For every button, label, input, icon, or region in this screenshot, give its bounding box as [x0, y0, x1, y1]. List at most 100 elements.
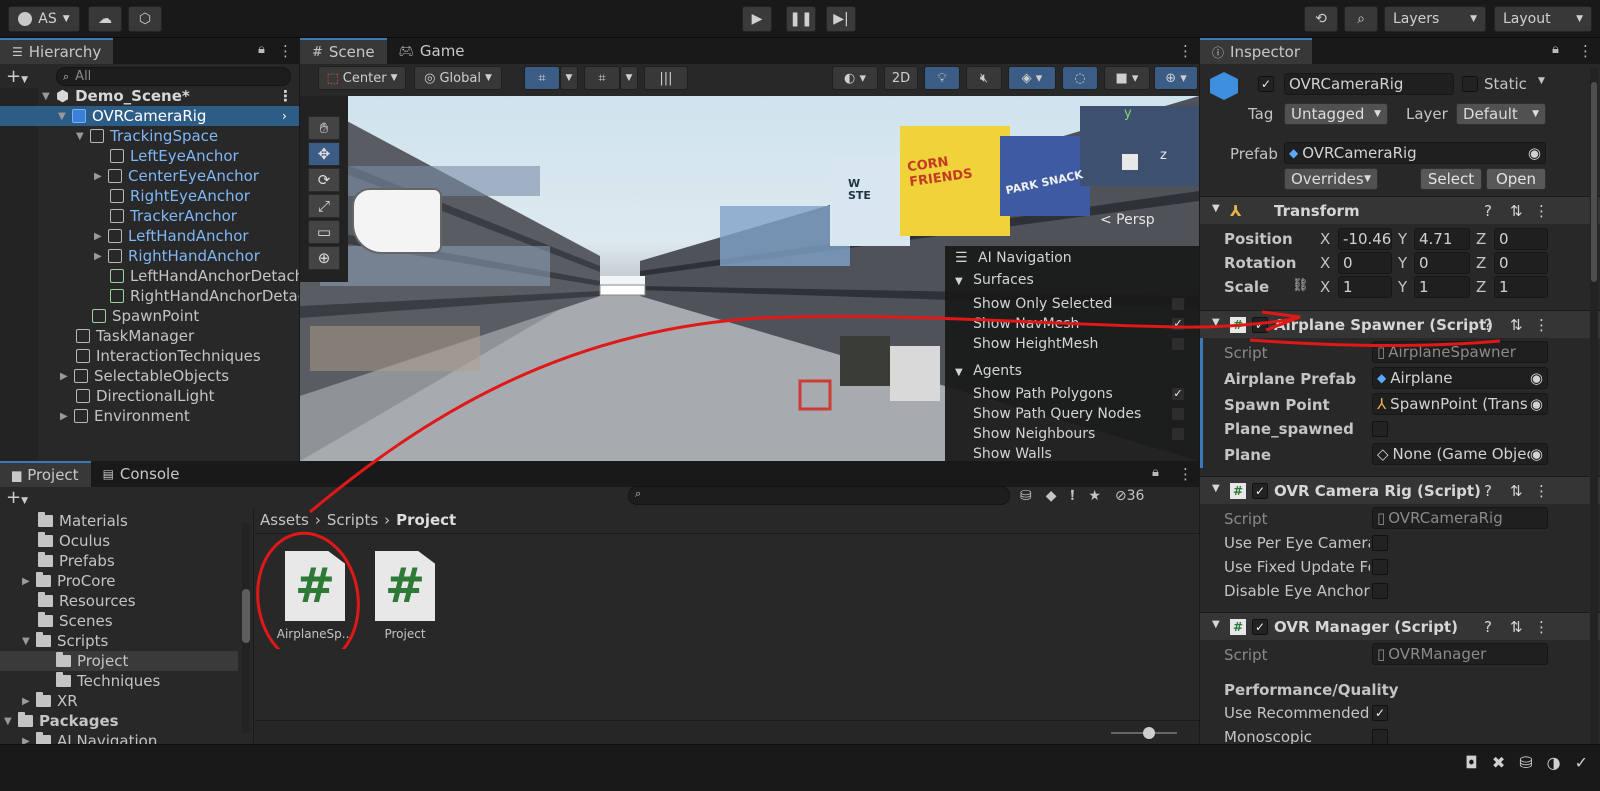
play-button[interactable]: ▶ [742, 6, 772, 32]
ovr-camera-rig-header[interactable]: ▼ # ✓ OVR Camera Rig (Script) ? ⇅ ⋮ [1200, 476, 1600, 504]
preset-icon[interactable]: ⇅ [1510, 618, 1523, 636]
transform-header[interactable]: ▼ ⅄ Transform ? ⇅ ⋮ [1200, 196, 1600, 224]
show-heightmesh-checkbox[interactable] [1171, 337, 1185, 351]
component-enabled-checkbox[interactable]: ✓ [1252, 483, 1268, 499]
monoscopic-checkbox[interactable] [1372, 729, 1388, 745]
account-dropdown[interactable]: AS ▼ [8, 6, 80, 32]
scale-tool[interactable]: ⤢ [308, 194, 340, 218]
perspective-label[interactable]: < Persp [1100, 212, 1174, 232]
hierarchy-item-spawnpoint[interactable]: SpawnPoint [0, 306, 299, 326]
disable-eye-anchor-checkbox[interactable] [1372, 583, 1388, 599]
project-search-input[interactable]: ⌕ [628, 486, 1010, 505]
warning-icon[interactable]: ❗︎ [1071, 488, 1075, 504]
hierarchy-item-environment[interactable]: ▶ Environment [0, 406, 299, 426]
more-menu-icon[interactable]: ⋮ [1178, 465, 1193, 483]
inspector-scrollbar[interactable] [1590, 68, 1598, 744]
layout-dropdown[interactable]: Layout ▼ [1494, 6, 1592, 32]
show-path-polygons-checkbox[interactable]: ✓ [1171, 387, 1185, 401]
help-icon[interactable]: ? [1484, 316, 1492, 334]
notification-icon[interactable]: ◘ [1465, 753, 1478, 772]
lock-icon[interactable]: 🔒︎ [258, 42, 265, 57]
lighting-toggle[interactable]: 💡︎ [924, 66, 960, 90]
lighting-bake-icon[interactable]: ◑ [1547, 753, 1561, 772]
script-asset-icon[interactable]: # [375, 551, 435, 621]
grid-visibility-button[interactable]: ||| [644, 66, 688, 90]
use-per-eye-cameras-checkbox[interactable] [1372, 535, 1388, 551]
search-button[interactable]: ⌕ [1344, 6, 1378, 32]
audio-toggle[interactable]: 🔇︎ [966, 66, 1002, 90]
folder-prefabs[interactable]: Prefabs [38, 551, 115, 571]
preset-icon[interactable]: ⇅ [1510, 202, 1523, 220]
cache-server-icon[interactable]: ⛁ [1519, 753, 1532, 772]
tab-console[interactable]: ▤ Console [91, 461, 192, 487]
rotate-tool[interactable]: ⟳ [308, 168, 340, 192]
object-picker-icon[interactable]: ◉ [1529, 445, 1543, 463]
folder-project[interactable]: Project [0, 651, 238, 671]
camera-dropdown[interactable]: ■ ▾ [1104, 66, 1150, 90]
component-enabled-checkbox[interactable]: ✓ [1252, 317, 1268, 333]
folder-xr[interactable]: ▶ XR [22, 691, 78, 711]
hierarchy-item-righthandanchordetach[interactable]: RightHandAnchorDetac [0, 286, 299, 306]
scale-x-input[interactable]: 1 [1338, 276, 1392, 298]
object-picker-icon[interactable]: ◉ [1530, 369, 1543, 387]
use-fixed-update-checkbox[interactable] [1372, 559, 1388, 575]
rotation-y-input[interactable]: 0 [1414, 252, 1470, 274]
hierarchy-item-trackeranchor[interactable]: TrackerAnchor [0, 206, 299, 226]
collab-button[interactable]: ⬡ [128, 6, 162, 32]
camera-gizmo-icon[interactable] [352, 188, 442, 254]
hidden-packages-icon[interactable]: ⊘36 [1115, 488, 1145, 504]
plane-spawned-checkbox[interactable] [1372, 421, 1388, 437]
airplane-prefab-field[interactable]: ◆ Airplane ◉ [1372, 367, 1548, 389]
tab-hierarchy[interactable]: ☰ Hierarchy [0, 38, 114, 64]
object-name-input[interactable]: OVRCameraRig [1284, 73, 1454, 95]
scrollbar-thumb[interactable] [1591, 82, 1597, 282]
hierarchy-item-lefteyeanchor[interactable]: LeftEyeAnchor [0, 146, 299, 166]
plane-field[interactable]: ◇ None (Game Objec ◉ [1372, 443, 1548, 465]
more-menu-icon[interactable]: ⋮ [1534, 482, 1549, 500]
zoom-slider-thumb[interactable] [1143, 727, 1155, 739]
bug-off-icon[interactable]: ✖ [1492, 753, 1505, 772]
folder-packages[interactable]: ▼ Packages [4, 711, 119, 731]
help-icon[interactable]: ? [1484, 618, 1492, 636]
component-enabled-checkbox[interactable]: ✓ [1252, 619, 1268, 635]
open-button[interactable]: Open [1486, 168, 1546, 190]
more-menu-icon[interactable]: ⋮ [1534, 316, 1549, 334]
move-tool[interactable]: ✥ [308, 142, 340, 166]
pause-button[interactable]: ❚❚ [786, 6, 816, 32]
hierarchy-item-righthandanchor[interactable]: ▶ RightHandAnchor [0, 246, 299, 266]
folder-procore[interactable]: ▶ ProCore [22, 571, 116, 591]
folder-materials[interactable]: Materials [38, 511, 128, 531]
2d-toggle[interactable]: 2D [884, 66, 918, 90]
hierarchy-item-selectableobjects[interactable]: ▶ SelectableObjects [0, 366, 299, 386]
preset-icon[interactable]: ⇅ [1510, 482, 1523, 500]
agents-header[interactable]: ▼ Agents [955, 363, 1022, 379]
transform-tool[interactable]: ⊕ [308, 246, 340, 270]
lock-icon[interactable]: 🔒︎ [1152, 465, 1159, 480]
more-menu-icon[interactable]: ⋮ [1578, 42, 1593, 60]
static-checkbox[interactable] [1462, 76, 1478, 92]
hierarchy-item-ovrcamerarig[interactable]: ▼ OVRCameraRig › [0, 106, 299, 126]
grid-snap-button[interactable]: ⌗ [524, 66, 560, 90]
grid-snap-dropdown[interactable]: ▼ [560, 66, 578, 90]
hierarchy-item-interactiontechniques[interactable]: InteractionTechniques [0, 346, 299, 366]
scale-z-input[interactable]: 1 [1494, 276, 1548, 298]
increment-snap-button[interactable]: ⌗ [584, 66, 620, 90]
help-icon[interactable]: ? [1484, 202, 1492, 220]
filter-by-label-icon[interactable]: ◆ [1046, 488, 1057, 504]
position-x-input[interactable]: -10.46 [1338, 228, 1392, 250]
surfaces-header[interactable]: ▼ Surfaces [955, 272, 1034, 288]
filter-by-type-icon[interactable]: ⛁ [1020, 488, 1032, 504]
folder-scripts[interactable]: ▼ Scripts [22, 631, 108, 651]
airplane-spawner-header[interactable]: ▼ # ✓ Airplane Spawner (Script) ? ⇅ ⋮ [1200, 310, 1600, 338]
hierarchy-item-righteyeanchor[interactable]: RightEyeAnchor [0, 186, 299, 206]
gizmos-dropdown[interactable]: ⊕ ▾ [1154, 66, 1198, 90]
tab-inspector[interactable]: ⓘ Inspector [1200, 38, 1312, 64]
tab-game[interactable]: 🎮︎ Game [387, 38, 477, 64]
space-dropdown[interactable]: ◎ Global ▼ [414, 66, 502, 90]
hierarchy-item-taskmanager[interactable]: TaskManager [0, 326, 299, 346]
orientation-gizmo[interactable]: y z [1100, 106, 1190, 206]
folder-resources[interactable]: Resources [38, 591, 136, 611]
create-button[interactable]: +▼ [6, 66, 42, 87]
hierarchy-item-trackingspace[interactable]: ▼ TrackingSpace [0, 126, 299, 146]
show-neighbours-checkbox[interactable] [1171, 427, 1185, 441]
